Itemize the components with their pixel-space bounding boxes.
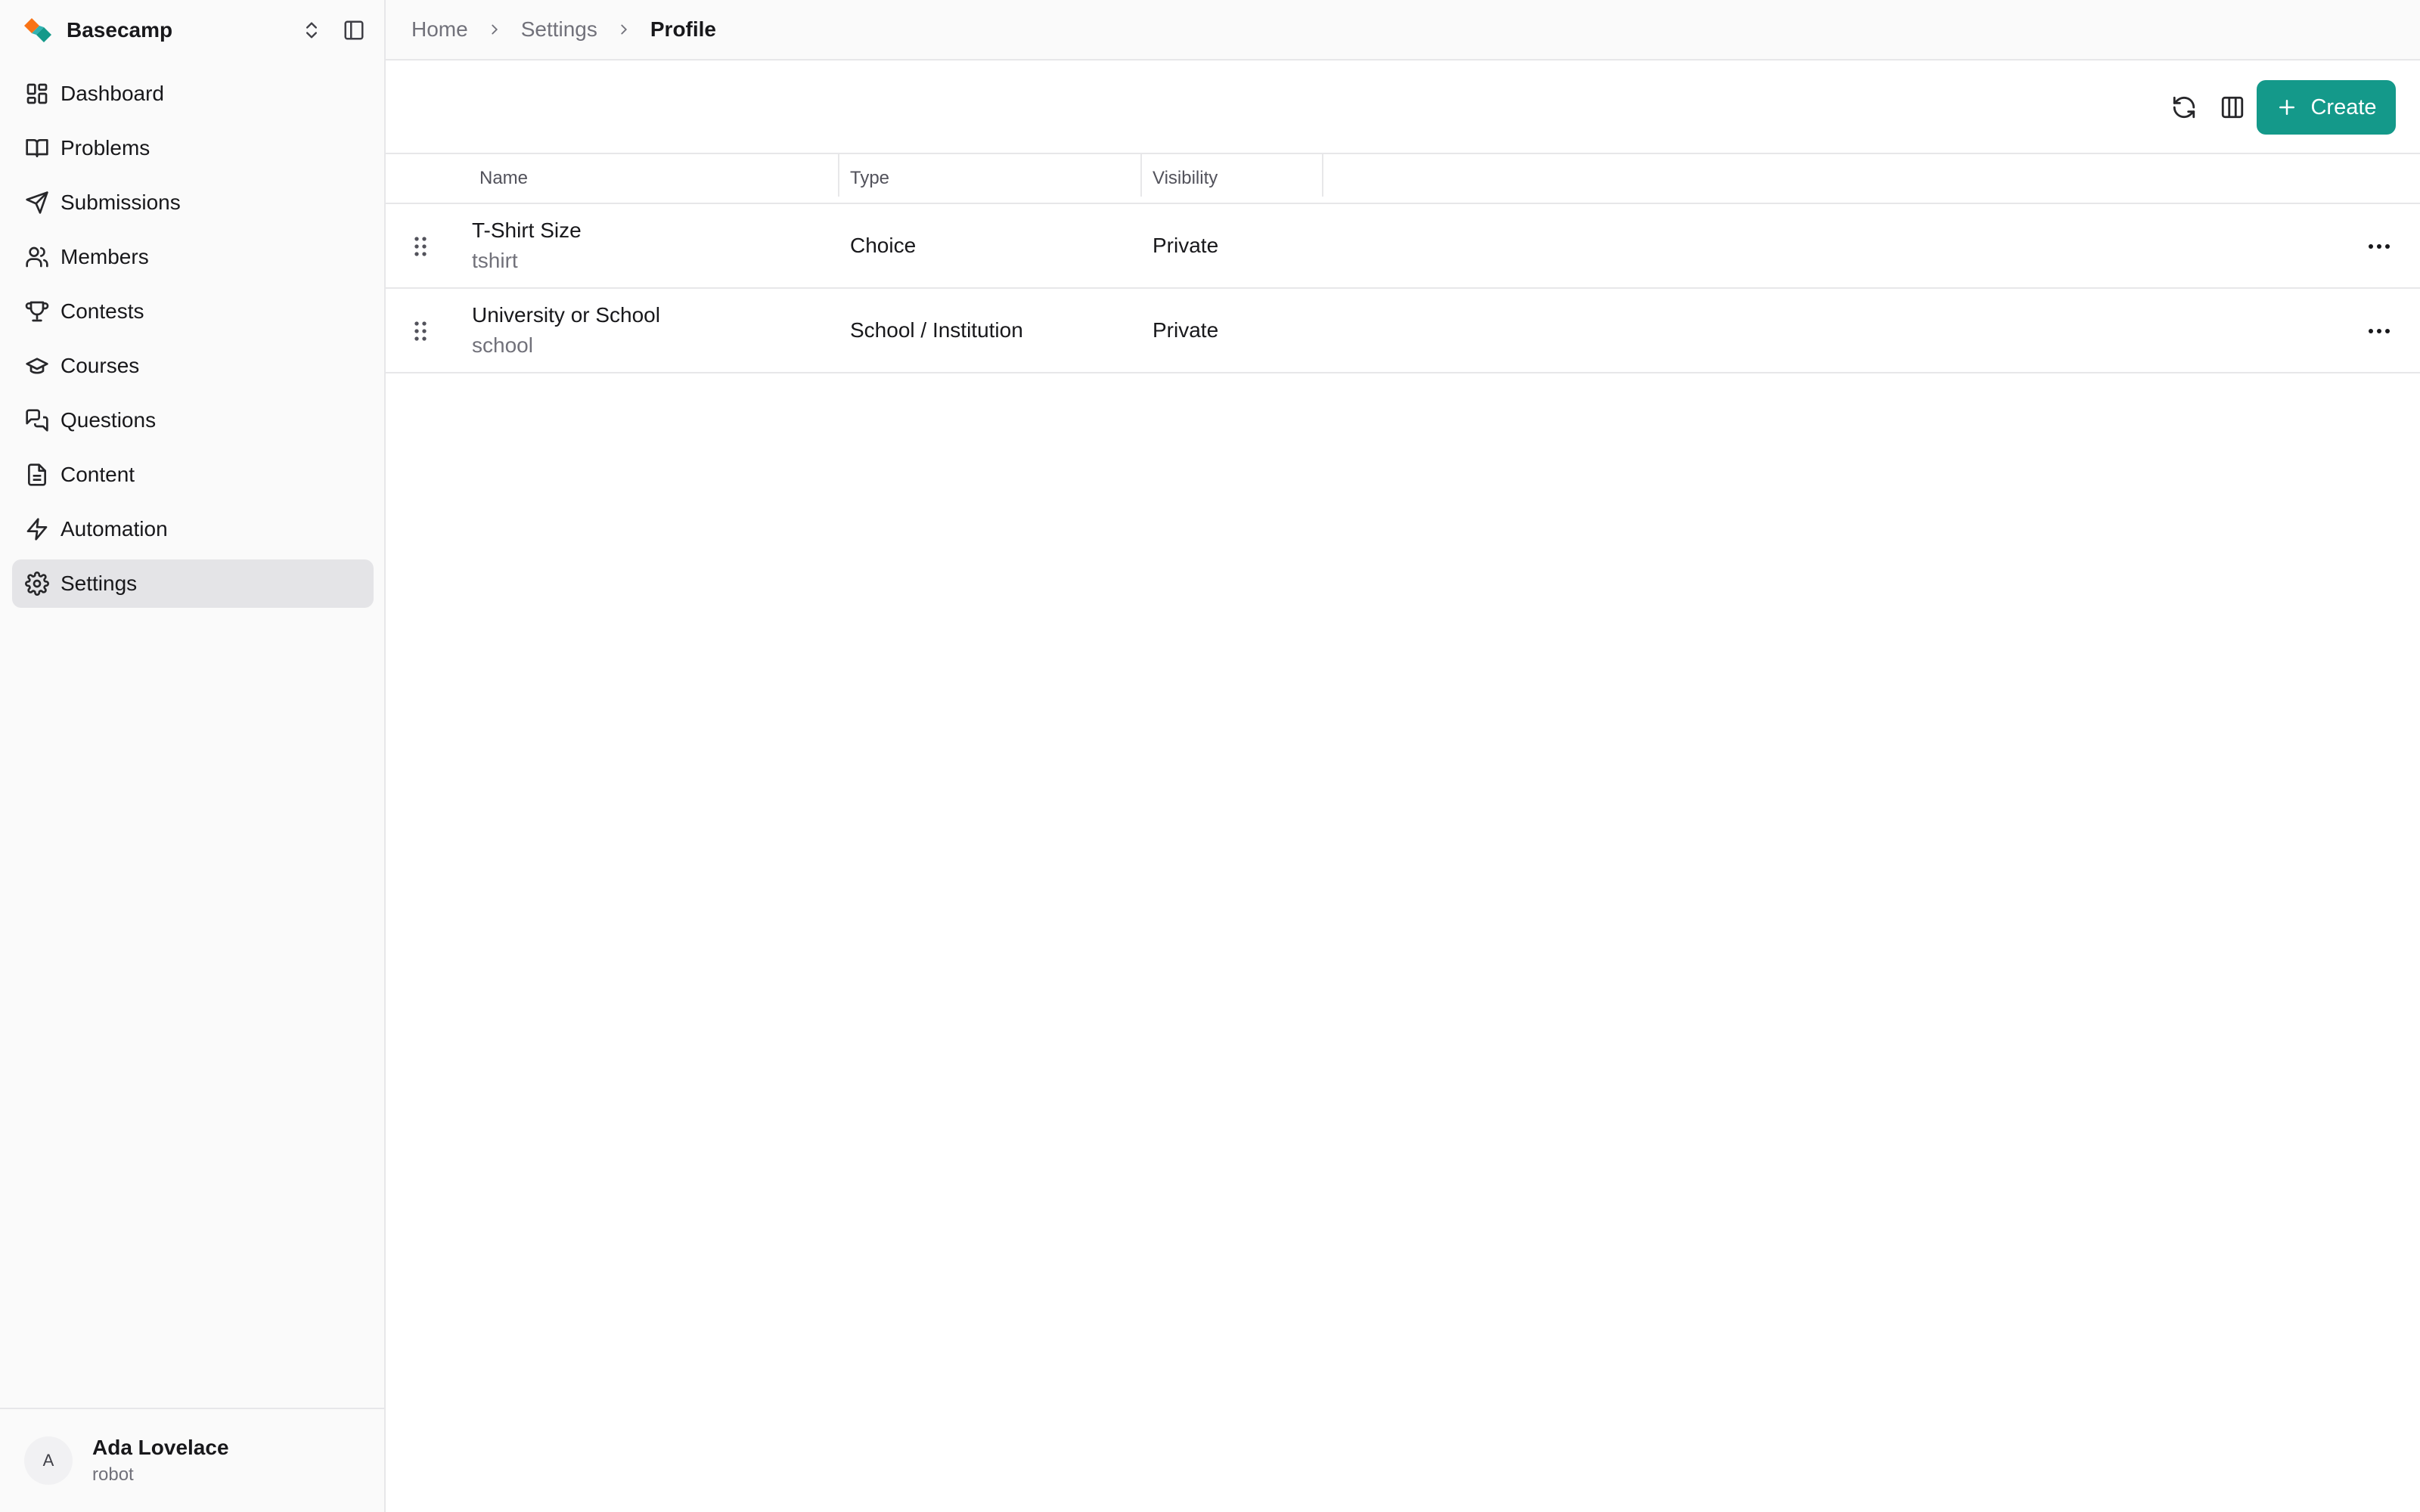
breadcrumb: Home Settings Profile [386, 0, 2420, 60]
column-header-type[interactable]: Type [839, 154, 1134, 203]
sidebar-item-members[interactable]: Members [12, 233, 374, 281]
more-actions-icon[interactable] [2363, 314, 2396, 348]
user-name: Ada Lovelace [92, 1436, 229, 1459]
workspace-switcher[interactable]: Basecamp [21, 14, 369, 47]
workspace-name: Basecamp [67, 18, 173, 42]
more-actions-icon[interactable] [2363, 230, 2396, 263]
sidebar-item-content[interactable]: Content [12, 451, 374, 499]
sidebar-item-courses[interactable]: Courses [12, 342, 374, 390]
sidebar-item-label: Dashboard [60, 82, 164, 105]
sidebar-item-label: Contests [60, 299, 144, 323]
lightning-icon [24, 516, 50, 542]
sidebar-item-label: Submissions [60, 191, 181, 214]
sidebar-item-submissions[interactable]: Submissions [12, 178, 374, 227]
users-icon [24, 244, 50, 270]
table-header: Name Type Visibility [386, 154, 2420, 204]
breadcrumb-home[interactable]: Home [411, 17, 468, 42]
table-row[interactable]: T-Shirt Size tshirt Choice Private [386, 204, 2420, 289]
field-type: School / Institution [850, 318, 1023, 342]
chevron-right-icon [486, 21, 503, 38]
breadcrumb-current: Profile [650, 17, 717, 41]
sidebar-toggle-icon[interactable] [339, 15, 369, 45]
sidebar-item-label: Members [60, 245, 149, 268]
refresh-icon [2173, 96, 2195, 119]
document-icon [24, 462, 50, 488]
messages-icon [24, 407, 50, 433]
chevrons-up-down-icon[interactable] [296, 15, 327, 45]
table-row[interactable]: University or School school School / Ins… [386, 289, 2420, 373]
field-type: Choice [850, 234, 917, 257]
sidebar-item-settings[interactable]: Settings [12, 559, 374, 608]
sidebar-item-label: Courses [60, 354, 140, 377]
columns-button[interactable] [2211, 86, 2254, 129]
column-header-name[interactable]: Name [469, 154, 771, 203]
create-button[interactable]: Create [2257, 80, 2396, 135]
user-role: robot [92, 1464, 134, 1485]
sidebar-item-questions[interactable]: Questions [12, 396, 374, 445]
sidebar-item-label: Settings [60, 572, 138, 595]
dashboard-icon [24, 81, 50, 107]
send-icon [24, 190, 50, 215]
sidebar: Basecamp Dashboard Problems Submissions … [0, 0, 386, 1512]
refresh-button[interactable] [2163, 86, 2205, 129]
field-visibility: Private [1153, 234, 1219, 257]
sidebar-item-label: Problems [60, 136, 150, 160]
field-key: school [472, 333, 533, 357]
user-menu[interactable]: A Ada Lovelace robot [0, 1408, 384, 1512]
breadcrumb-settings[interactable]: Settings [521, 17, 597, 42]
field-name: University or School [472, 303, 660, 327]
column-divider [1322, 154, 1323, 197]
create-button-label: Create [2310, 94, 2377, 119]
graduation-cap-icon [24, 353, 50, 379]
sidebar-item-label: Content [60, 463, 135, 486]
sidebar-nav: Dashboard Problems Submissions Members C… [12, 70, 374, 614]
sidebar-item-problems[interactable]: Problems [12, 124, 374, 172]
basecamp-logo-icon [24, 18, 51, 42]
field-key: tshirt [472, 249, 518, 272]
trophy-icon [24, 299, 50, 324]
column-header-visibility[interactable]: Visibility [1142, 154, 1316, 203]
drag-handle-icon[interactable] [405, 231, 436, 262]
drag-handle-icon[interactable] [405, 316, 436, 346]
sidebar-item-automation[interactable]: Automation [12, 505, 374, 553]
columns-icon [2221, 96, 2244, 119]
plus-icon [2279, 100, 2295, 115]
toolbar: Create [386, 60, 2420, 154]
chevron-right-icon [616, 21, 632, 38]
profile-fields-table: Name Type Visibility T-Shirt Size tshirt… [386, 154, 2420, 373]
sidebar-item-dashboard[interactable]: Dashboard [12, 70, 374, 118]
book-icon [24, 135, 50, 161]
field-visibility: Private [1153, 318, 1219, 342]
avatar: A [24, 1436, 73, 1485]
gear-icon [24, 571, 50, 596]
sidebar-item-label: Automation [60, 517, 168, 541]
sidebar-item-label: Questions [60, 408, 157, 432]
sidebar-item-contests[interactable]: Contests [12, 287, 374, 336]
field-name: T-Shirt Size [472, 218, 582, 242]
